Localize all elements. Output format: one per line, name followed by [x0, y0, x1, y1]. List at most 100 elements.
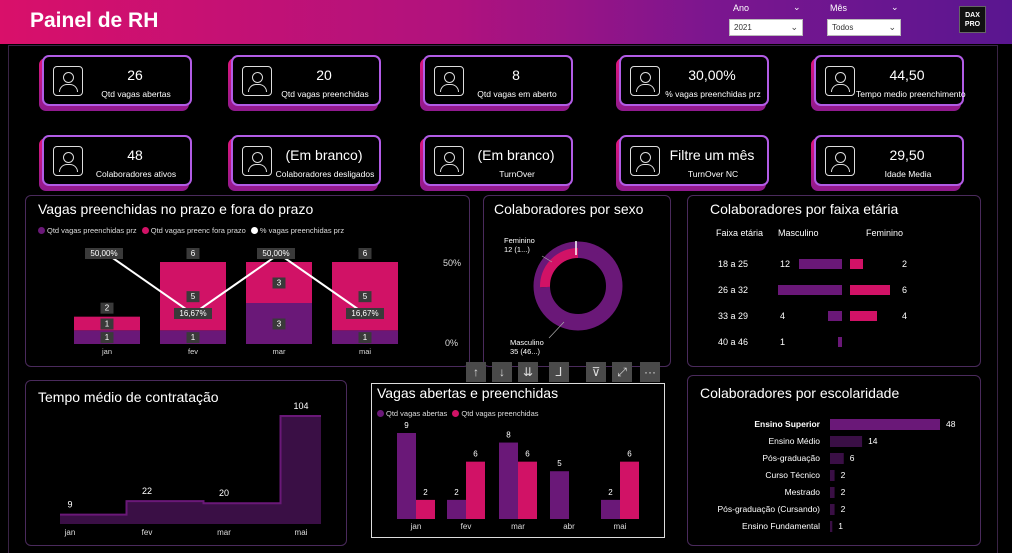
panel-vagas-prazo[interactable]: Vagas preenchidas no prazo e fora do pra… — [25, 195, 470, 367]
x-tick-label: jan — [101, 347, 112, 356]
feminino-cell: 4 — [902, 311, 908, 321]
year-select[interactable]: 2021 ⌄ — [729, 19, 803, 36]
panel-tempo-medio[interactable]: Tempo médio de contratação 9 jan 22 fev 20 ma… — [25, 380, 347, 546]
x-tick-label: mai — [614, 522, 627, 531]
feminino-cell: 2 — [902, 259, 908, 269]
label-value: 35 (46...) — [510, 347, 541, 356]
kpi-card[interactable]: 20 Qtd vagas preenchidas — [231, 55, 381, 106]
job-posting-icon — [53, 66, 83, 96]
kpi-label: Qtd vagas em aberto — [477, 89, 557, 99]
data-label: 104 — [293, 401, 308, 411]
data-label: 2 — [841, 487, 846, 497]
bar-preenchidas — [466, 461, 485, 519]
kpi-card[interactable]: 44,50 Tempo medio preenchimento — [814, 55, 966, 106]
kpi-label: Colaboradores ativos — [95, 169, 177, 179]
bar-preenchidas — [518, 461, 537, 519]
id-card-icon — [825, 146, 855, 176]
kpi-label: TurnOver — [499, 169, 535, 179]
x-tick-label: fev — [461, 522, 472, 531]
panel-faixa-etaria[interactable]: Colaboradores por faixa etária Faixa etá… — [687, 195, 981, 367]
abertas-chart-svg: 9 2 jan 2 6 fev 8 6 mar 5 abr 2 6 mai — [397, 421, 639, 531]
kpi-card[interactable]: Filtre um mês TurnOver NC — [619, 135, 769, 186]
data-label: 6 — [473, 450, 478, 459]
panel-colaboradores-sexo[interactable]: Colaboradores por sexo Feminino 12 (1...… — [483, 195, 671, 367]
x-tick-label: mar — [217, 528, 231, 537]
kpi-value: 48 — [127, 147, 143, 163]
team-icon — [434, 66, 464, 96]
kpi-value: 20 — [316, 67, 332, 83]
bar-abertas — [601, 499, 620, 519]
table-header-masculino: Masculino — [778, 228, 819, 238]
prazo-chart-svg: 112jan156fev336mar156mai50,00%16,67%50,0… — [74, 248, 398, 356]
bar-value-label: 1 — [363, 333, 368, 342]
kpi-label: Qtd vagas preenchidas — [281, 89, 369, 99]
kpi-card[interactable]: 8 Qtd vagas em aberto — [423, 55, 573, 106]
year-collapse-chevron-icon[interactable]: ⌄ — [793, 2, 801, 13]
calendar-icon — [630, 146, 660, 176]
expand-hierarchy-icon[interactable]: ⅃ — [549, 362, 569, 382]
month-select[interactable]: Todos ⌄ — [827, 19, 901, 36]
kpi-card[interactable]: (Em branco) TurnOver — [423, 135, 573, 186]
panel-escolaridade[interactable]: Colaboradores por escolaridade Ensino Su… — [687, 375, 981, 546]
area-tempo — [60, 416, 321, 524]
line-value-label: 16,67% — [179, 309, 206, 318]
axis-right-top: 50% — [443, 258, 462, 268]
bar-preenchidas — [620, 461, 639, 519]
percent-icon — [630, 66, 660, 96]
bar-escolaridade — [830, 470, 835, 481]
bar-abertas — [550, 471, 569, 519]
year-filter-label: Ano — [733, 3, 750, 13]
focus-mode-icon[interactable]: ⤢ — [612, 362, 632, 382]
drill-down-icon[interactable]: ↓ — [492, 362, 512, 382]
line-value-label: 50,00% — [262, 249, 289, 258]
kpi-card[interactable]: (Em branco) Colaboradores desligados — [231, 135, 381, 186]
expand-next-level-icon[interactable]: ⇊ — [518, 362, 538, 382]
data-label: 2 — [841, 470, 846, 480]
axis-right-bottom: 0% — [445, 338, 459, 348]
line-value-label: 50,00% — [90, 249, 117, 258]
tempo-chart-svg: 9 jan 22 fev 20 mar 104 mai — [60, 401, 321, 537]
x-tick-label: jan — [410, 522, 422, 531]
table-header-feminino: Feminino — [866, 228, 904, 238]
more-options-icon[interactable]: ··· — [640, 362, 660, 382]
donut-label-feminino: Feminino 12 (1...) — [504, 236, 535, 254]
kpi-value: 29,50 — [889, 147, 925, 163]
x-tick-label: fev — [142, 528, 153, 537]
month-collapse-chevron-icon[interactable]: ⌄ — [891, 2, 899, 13]
panel-vagas-abertas[interactable]: Vagas abertas e preenchidas Qtd vagas ab… — [371, 383, 665, 538]
bar-escolaridade — [830, 419, 940, 430]
x-tick-label: jan — [64, 528, 76, 537]
data-label: 6 — [627, 450, 632, 459]
data-label: 8 — [506, 431, 511, 440]
faixa-cell: 40 a 46 — [718, 337, 749, 347]
masculino-cell: 12 — [780, 259, 791, 269]
bar-total-label: 6 — [363, 249, 368, 258]
kpi-label: Colaboradores desligados — [275, 169, 375, 179]
data-label: 5 — [557, 459, 562, 468]
kpi-card[interactable]: 30,00% % vagas preenchidas prz — [619, 55, 769, 106]
kpi-card[interactable]: 26 Qtd vagas abertas — [42, 55, 192, 106]
data-label: 20 — [219, 488, 229, 498]
kpi-card[interactable]: 29,50 Idade Media — [814, 135, 964, 186]
bar-preenchidas — [416, 499, 435, 519]
x-tick-label: mar — [511, 522, 525, 531]
kpi-card[interactable]: 48 Colaboradores ativos — [42, 135, 192, 186]
bar-abertas — [499, 442, 518, 519]
bar-masculino — [838, 337, 842, 347]
people-icon — [53, 146, 83, 176]
faixa-cell: 26 a 32 — [718, 285, 749, 295]
label-value: 12 (1...) — [504, 245, 530, 254]
bar-masculino — [799, 259, 842, 269]
filter-icon[interactable]: ⊽ — [586, 362, 606, 382]
kpi-value: (Em branco) — [477, 147, 555, 163]
drill-up-icon[interactable]: ↑ — [466, 362, 486, 382]
masculino-cell: 1 — [780, 337, 786, 347]
data-label: 9 — [404, 421, 409, 430]
year-select-value: 2021 — [734, 23, 752, 32]
bar-value-label: 1 — [191, 333, 196, 342]
bar-escolaridade — [830, 487, 835, 498]
bar-value-label: 5 — [191, 292, 196, 301]
x-tick-label: abr — [563, 522, 575, 531]
faixa-cell: 33 a 29 — [718, 311, 749, 321]
bar-value-label: 5 — [363, 292, 368, 301]
